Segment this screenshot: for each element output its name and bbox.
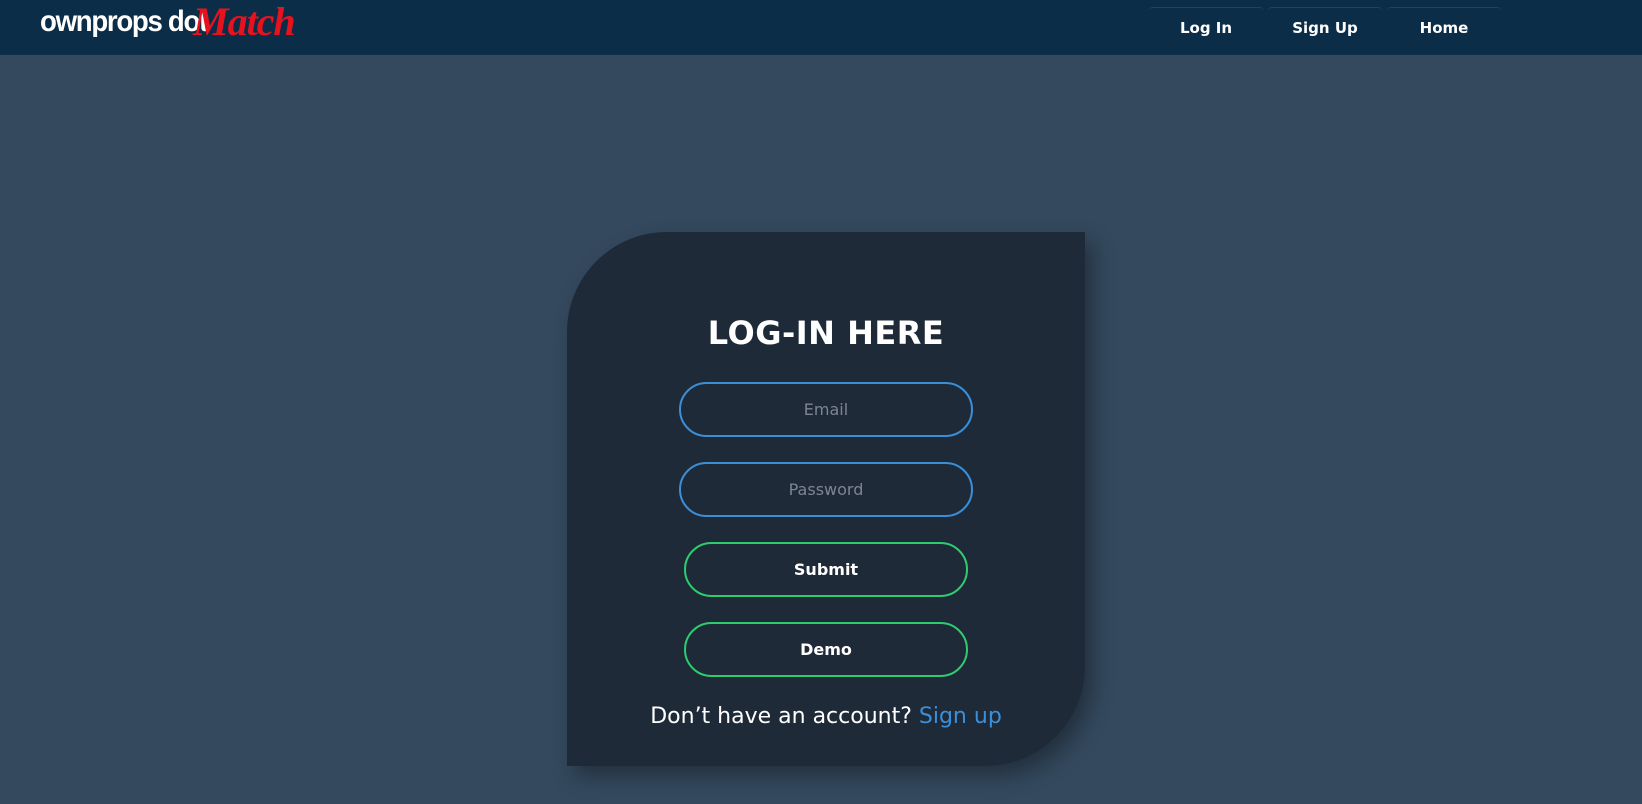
password-input[interactable] <box>679 462 973 517</box>
demo-button[interactable]: Demo <box>684 622 968 677</box>
brand-logo[interactable]: ownprops dot Match <box>40 0 296 52</box>
login-title: LOG-IN HERE <box>707 314 945 352</box>
no-account-text: Don’t have an account? <box>650 704 912 729</box>
nav-login-link[interactable]: Log In <box>1148 7 1264 47</box>
login-card: LOG-IN HERE Submit Demo Don’t have an ac… <box>567 232 1085 766</box>
email-input[interactable] <box>679 382 973 437</box>
signup-prompt: Don’t have an account? Sign up <box>567 704 1085 729</box>
brand-accent: Match <box>193 0 296 44</box>
nav-signup-link[interactable]: Sign Up <box>1267 7 1383 47</box>
nav-links: Log In Sign Up Home <box>1148 7 1502 47</box>
submit-button[interactable]: Submit <box>684 542 968 597</box>
top-navbar: ownprops dot Match Log In Sign Up Home <box>0 0 1642 55</box>
signup-link[interactable]: Sign up <box>919 704 1002 729</box>
brand-name: ownprops dot <box>40 5 208 38</box>
nav-home-link[interactable]: Home <box>1386 7 1502 47</box>
